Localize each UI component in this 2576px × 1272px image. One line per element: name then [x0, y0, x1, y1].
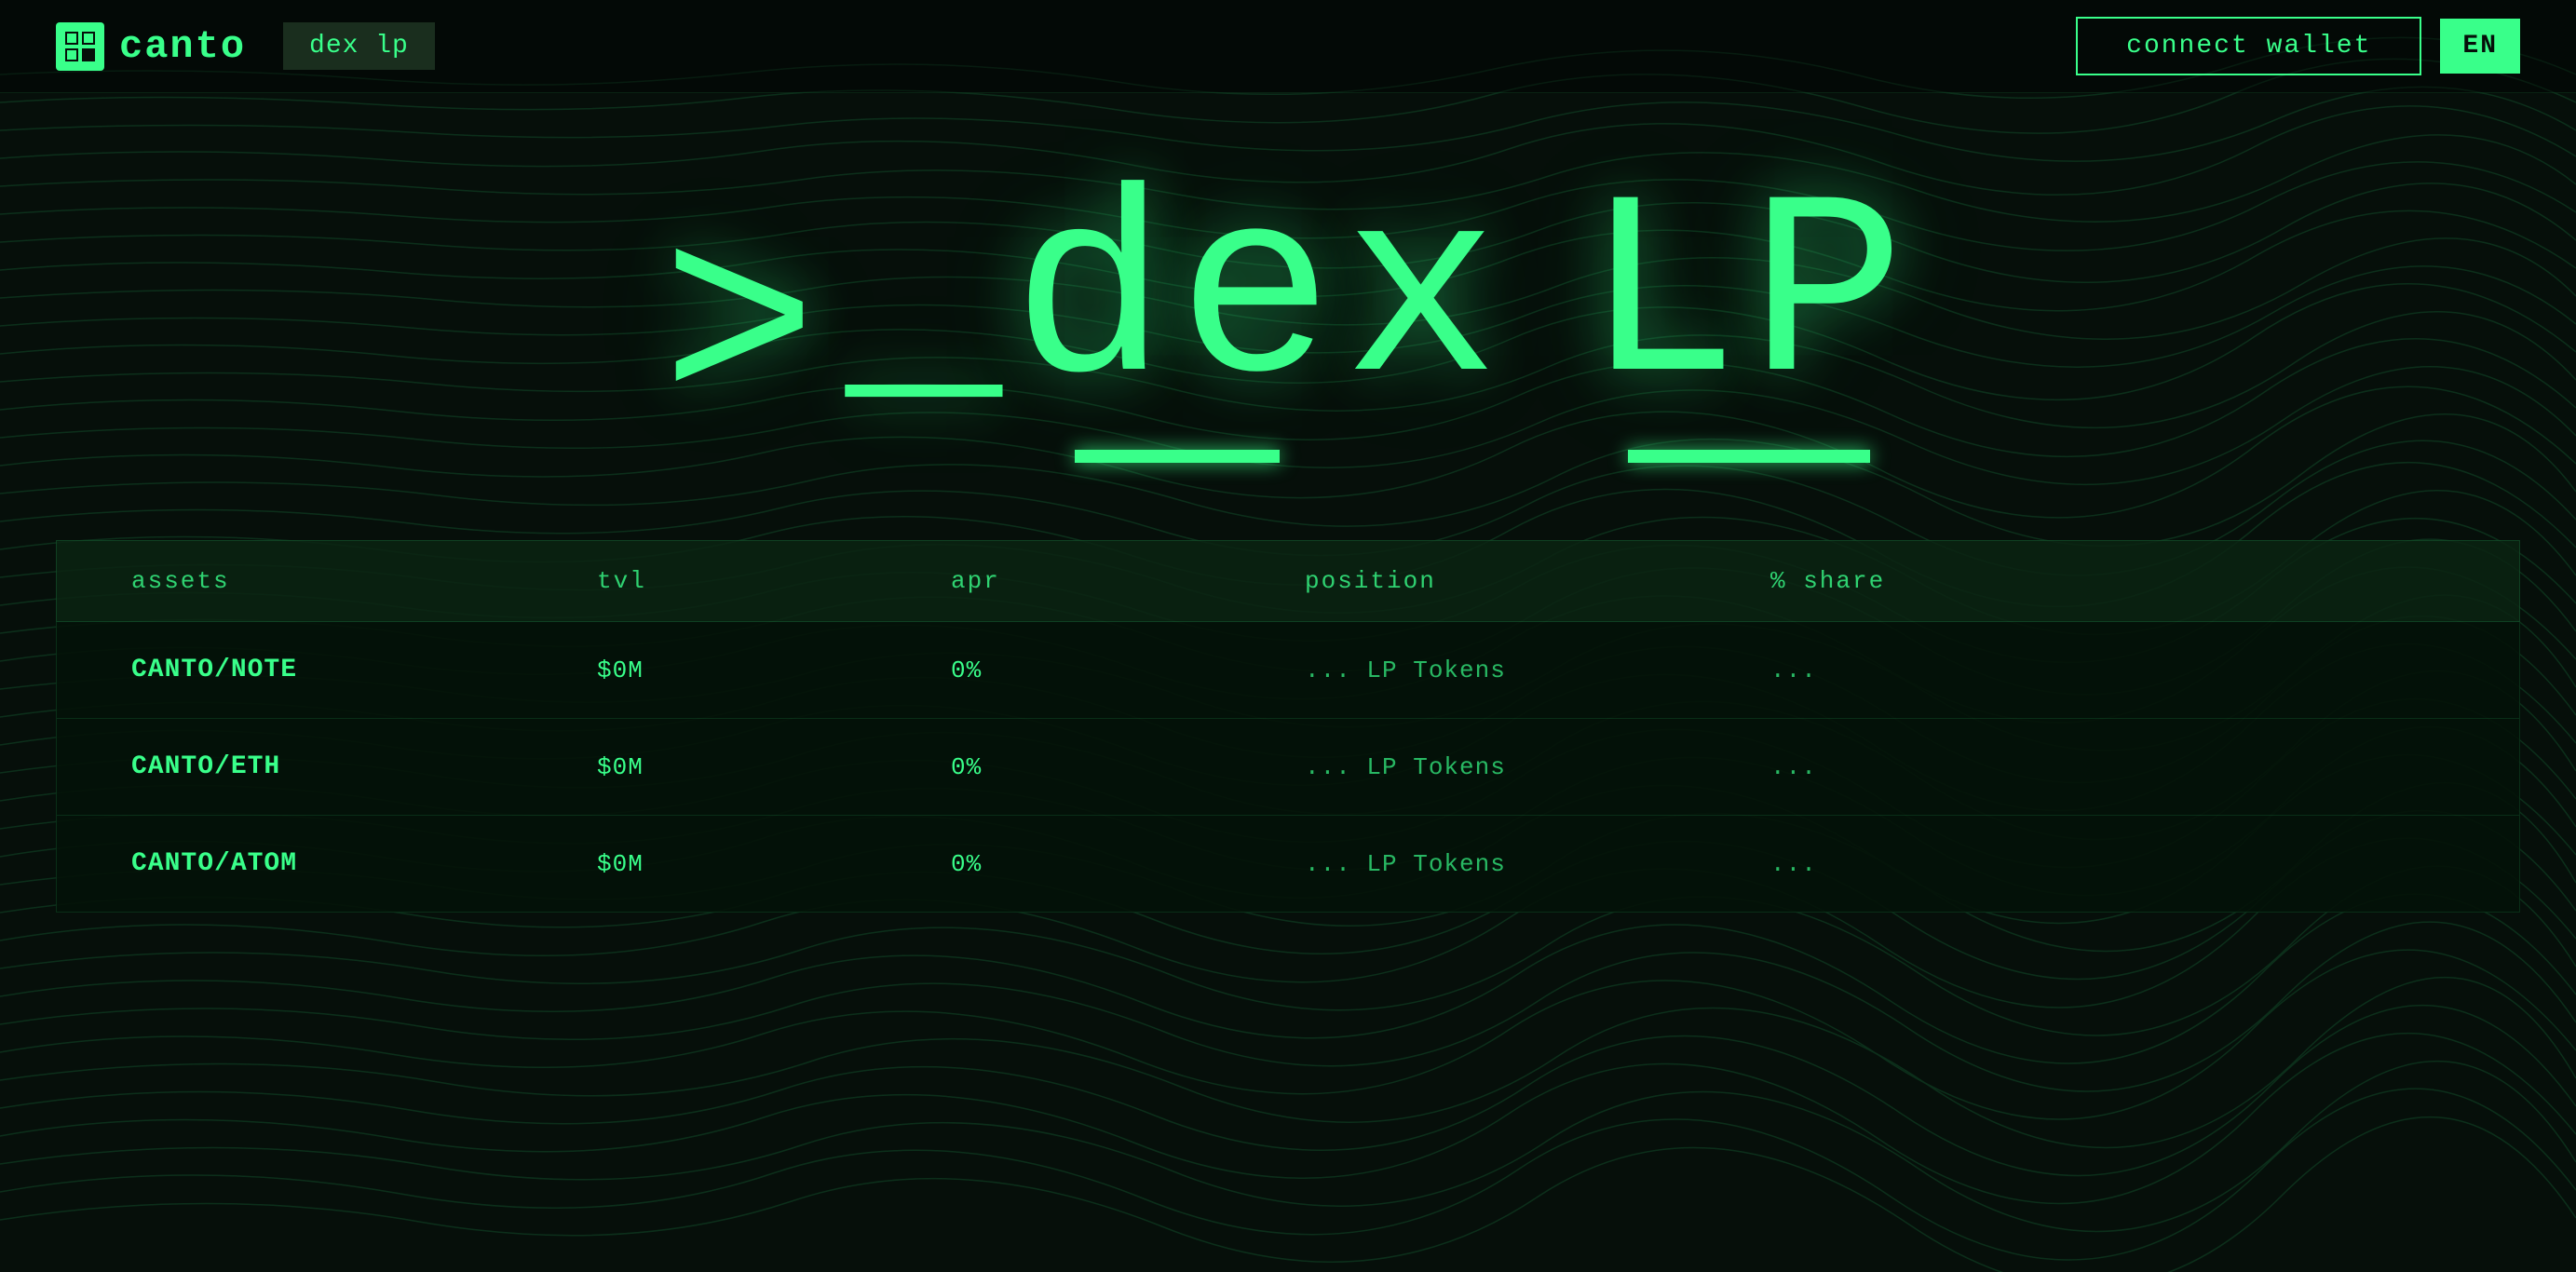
col-header-tvl: tvl [597, 567, 951, 595]
table-header: assets tvl apr position % share [56, 540, 2520, 622]
logo-icon [56, 22, 104, 71]
language-button[interactable]: EN [2440, 19, 2520, 74]
row-3-asset: CANTO/ATOM [131, 849, 597, 878]
lp-table-section: assets tvl apr position % share CANTO/NO… [56, 540, 2520, 913]
table-row[interactable]: CANTO/ATOM $0M 0% ... LP Tokens ... [56, 816, 2520, 913]
logo: canto [56, 22, 246, 71]
hero-underline-lp [1628, 450, 1870, 463]
header-left: canto dex lp [56, 22, 435, 71]
hero-section: >_dex LP [0, 93, 2576, 540]
row-2-asset: CANTO/ETH [131, 752, 597, 781]
table-row[interactable]: CANTO/NOTE $0M 0% ... LP Tokens ... [56, 622, 2520, 719]
hero-dex-label: _dex [846, 170, 1509, 431]
col-header-apr: apr [951, 567, 1305, 595]
row-1-apr: 0% [951, 656, 1305, 684]
hero-underline-dex [1075, 450, 1280, 463]
hero-lp-label: LP [1583, 170, 1915, 431]
connect-wallet-button[interactable]: connect wallet [2076, 17, 2421, 75]
nav-dex-lp[interactable]: dex lp [283, 22, 435, 70]
col-header-share: % share [1770, 567, 2050, 595]
row-1-position: ... LP Tokens [1305, 656, 1770, 684]
row-1-tvl: $0M [597, 656, 951, 684]
row-3-apr: 0% [951, 849, 1305, 878]
row-3-position: ... LP Tokens [1305, 849, 1770, 878]
row-2-share: ... [1770, 752, 2050, 781]
row-3-tvl: $0M [597, 849, 951, 878]
header-right: connect wallet EN [2076, 17, 2520, 75]
app-name: canto [119, 24, 246, 69]
hero-dex-group: _dex [846, 170, 1509, 463]
row-3-share: ... [1770, 849, 2050, 878]
hero-lp-group: LP [1583, 170, 1915, 463]
row-2-position: ... LP Tokens [1305, 752, 1770, 781]
hero-prompt: > [661, 202, 827, 463]
row-2-tvl: $0M [597, 752, 951, 781]
table-row[interactable]: CANTO/ETH $0M 0% ... LP Tokens ... [56, 719, 2520, 816]
col-header-assets: assets [131, 567, 597, 595]
row-1-share: ... [1770, 656, 2050, 684]
col-header-position: position [1305, 567, 1770, 595]
header: canto dex lp connect wallet EN [0, 0, 2576, 93]
row-1-asset: CANTO/NOTE [131, 656, 597, 684]
row-2-apr: 0% [951, 752, 1305, 781]
hero-title: >_dex LP [661, 170, 1915, 463]
